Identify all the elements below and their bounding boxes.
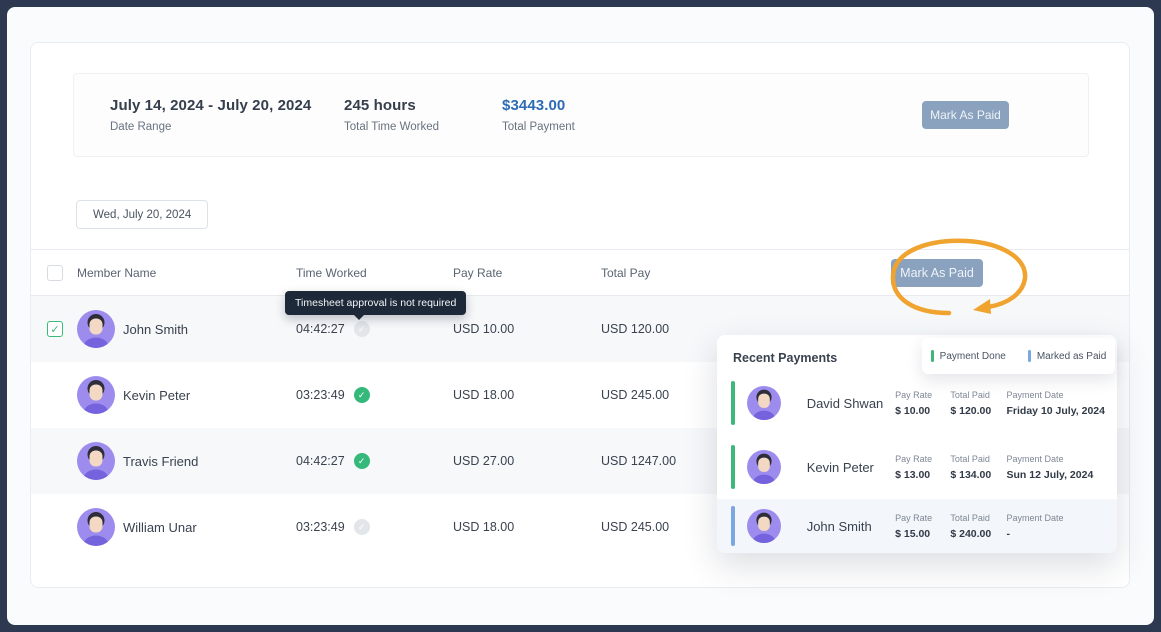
member-avatar <box>77 508 115 546</box>
summary-total-time: 245 hours Total Time Worked <box>344 97 502 133</box>
page-background: July 14, 2024 - July 20, 2024 Date Range… <box>7 7 1154 625</box>
payment-date-label: Payment Date <box>1007 454 1118 464</box>
table-mark-as-paid-button[interactable]: Mark As Paid <box>891 259 983 287</box>
pay-rate-value: $ 13.00 <box>895 469 950 481</box>
pay-rate-label: Pay Rate <box>895 454 950 464</box>
summary-strip: July 14, 2024 - July 20, 2024 Date Range… <box>73 73 1089 157</box>
member-avatar <box>747 509 781 543</box>
time-worked: 04:42:27 <box>296 454 345 468</box>
payment-member-name: John Smith <box>807 519 895 534</box>
summary-date-range: July 14, 2024 - July 20, 2024 Date Range <box>110 97 344 133</box>
time-worked: 03:23:49 <box>296 388 345 402</box>
payment-date-value: Sun 12 July, 2024 <box>1007 469 1118 481</box>
payments-legend: Payment Done Marked as Paid <box>922 338 1115 374</box>
col-total-pay: Total Pay <box>601 266 761 280</box>
member-avatar <box>747 386 781 420</box>
total-paid-value: $ 134.00 <box>950 469 1006 481</box>
pay-rate: USD 18.00 <box>453 388 601 402</box>
member-name: William Unar <box>123 520 197 535</box>
summary-mark-as-paid-button[interactable]: Mark As Paid <box>922 101 1009 129</box>
total-payment-value: $3443.00 <box>502 97 922 114</box>
pay-rate-value: $ 15.00 <box>895 528 950 540</box>
pay-rate: USD 18.00 <box>453 520 601 534</box>
pay-rate: USD 27.00 <box>453 454 601 468</box>
approval-tooltip: Timesheet approval is not required <box>285 291 466 315</box>
recent-payments-title: Recent Payments <box>733 351 837 365</box>
date-range-label: Date Range <box>110 121 344 133</box>
date-chip[interactable]: Wed, July 20, 2024 <box>76 200 208 229</box>
approval-pending-icon: ✓ <box>354 321 370 337</box>
time-worked: 04:42:27 <box>296 322 345 336</box>
summary-total-payment: $3443.00 Total Payment <box>502 97 922 133</box>
approval-pending-icon: ✓ <box>354 519 370 535</box>
time-worked: 03:23:49 <box>296 520 345 534</box>
select-all-checkbox[interactable] <box>47 265 63 281</box>
pay-rate-label: Pay Rate <box>895 390 950 400</box>
green-bar-icon <box>931 350 934 362</box>
payment-done-bar-icon <box>731 381 735 425</box>
blue-bar-icon <box>1028 350 1031 362</box>
payment-done-bar-icon <box>731 445 735 489</box>
payment-list-item: John Smith Pay Rate $ 15.00 Total Paid $… <box>717 499 1117 553</box>
member-avatar <box>77 376 115 414</box>
total-paid-label: Total Paid <box>950 454 1006 464</box>
marked-as-paid-bar-icon <box>731 506 735 546</box>
total-paid-value: $ 120.00 <box>950 405 1006 417</box>
col-time-worked: Time Worked <box>296 266 453 280</box>
payment-date-value: Friday 10 July, 2024 <box>1007 405 1118 417</box>
member-avatar <box>77 442 115 480</box>
pay-rate-label: Pay Rate <box>895 513 950 523</box>
table-header-row: Member Name Time Worked Pay Rate Total P… <box>31 249 1129 296</box>
payment-list-item: David Shwan Pay Rate $ 10.00 Total Paid … <box>717 371 1117 435</box>
payment-member-name: Kevin Peter <box>807 460 895 475</box>
pay-rate: USD 10.00 <box>453 322 601 336</box>
recent-payments-popover: Recent Payments Payment Done Marked as P… <box>717 335 1117 553</box>
payment-date-label: Payment Date <box>1007 390 1118 400</box>
total-payment-label: Total Payment <box>502 121 922 133</box>
pay-rate-value: $ 10.00 <box>895 405 950 417</box>
total-paid-label: Total Paid <box>950 513 1006 523</box>
window-frame: July 14, 2024 - July 20, 2024 Date Range… <box>0 0 1161 632</box>
member-avatar <box>77 310 115 348</box>
total-paid-label: Total Paid <box>950 390 1006 400</box>
payment-member-name: David Shwan <box>807 396 895 411</box>
legend-payment-done: Payment Done <box>931 350 1006 362</box>
total-time-label: Total Time Worked <box>344 121 502 133</box>
payment-date-label: Payment Date <box>1007 513 1118 523</box>
date-range-value: July 14, 2024 - July 20, 2024 <box>110 97 344 114</box>
member-name: John Smith <box>123 322 188 337</box>
col-member-name: Member Name <box>77 266 296 280</box>
member-name: Kevin Peter <box>123 388 190 403</box>
legend-marked-as-paid: Marked as Paid <box>1028 350 1106 362</box>
total-pay: USD 120.00 <box>601 322 761 336</box>
payment-list-item: Kevin Peter Pay Rate $ 13.00 Total Paid … <box>717 435 1117 499</box>
total-paid-value: $ 240.00 <box>950 528 1006 540</box>
col-pay-rate: Pay Rate <box>453 266 601 280</box>
approved-check-icon: ✓ <box>354 387 370 403</box>
member-name: Travis Friend <box>123 454 198 469</box>
payment-date-value: - <box>1007 528 1118 540</box>
member-avatar <box>747 450 781 484</box>
row-checkbox[interactable]: ✓ <box>47 321 63 337</box>
approved-check-icon: ✓ <box>354 453 370 469</box>
total-time-value: 245 hours <box>344 97 502 114</box>
